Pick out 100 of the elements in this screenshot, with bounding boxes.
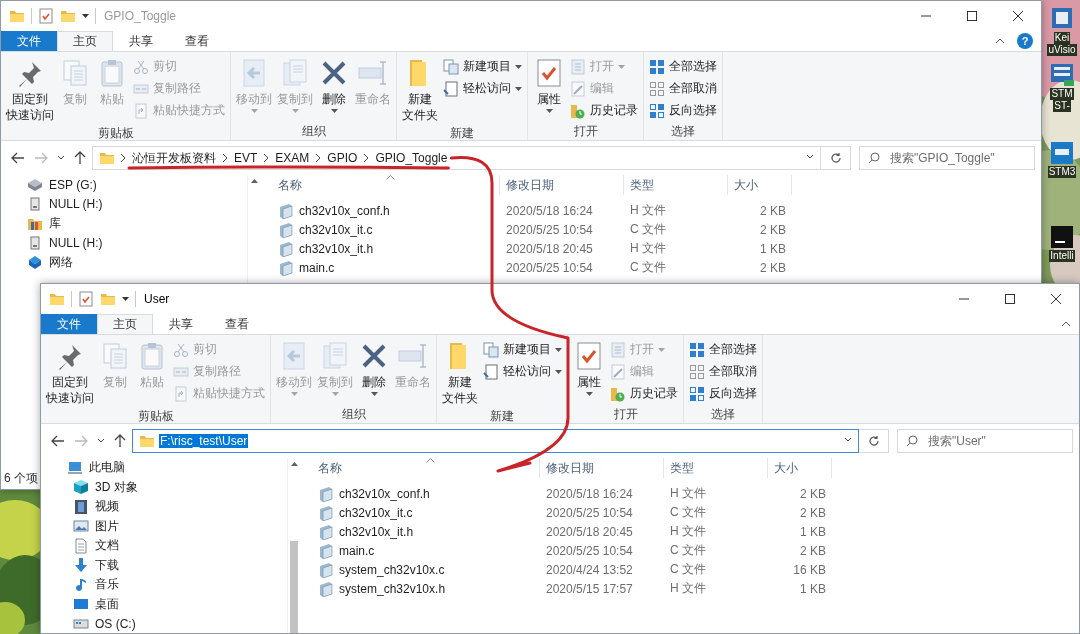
breadcrumb-item[interactable]: EXAM — [274, 151, 311, 165]
file-menu-tab[interactable]: 文件 — [41, 314, 97, 334]
ribbon-button[interactable]: 新建项目 — [441, 56, 524, 77]
ribbon-button[interactable]: 属性 — [571, 338, 607, 406]
file-type: H 文件 — [629, 202, 667, 219]
column-header[interactable]: 类型 — [624, 175, 728, 195]
select-none-icon — [689, 363, 705, 380]
ribbon-button[interactable]: 反向选择 — [647, 100, 719, 121]
ribbon-button[interactable]: 反向选择 — [687, 383, 759, 404]
nav-item[interactable]: 此电脑 — [41, 458, 131, 478]
back-icon[interactable] — [11, 152, 25, 164]
ribbon-button[interactable]: 固定到 快速访问 — [44, 338, 96, 408]
column-header[interactable]: 修改日期 — [540, 458, 664, 478]
search-field[interactable]: 搜索"User" — [897, 429, 1073, 453]
help-button[interactable]: ? — [1017, 33, 1033, 49]
column-header[interactable]: 类型 — [664, 458, 768, 478]
properties-icon[interactable] — [38, 8, 54, 24]
ribbon-button[interactable]: 全部选择 — [687, 339, 759, 360]
file-size: 2 KB — [759, 203, 787, 218]
app-shortcut-icon[interactable] — [1048, 224, 1076, 250]
ribbon-button[interactable]: 轻松访问 — [441, 78, 524, 99]
search-field[interactable]: 搜索"GPIO_Toggle" — [859, 146, 1035, 170]
group-label: 组织 — [341, 406, 366, 423]
file-name: ch32v10x_it.h — [299, 241, 374, 256]
up-icon[interactable] — [114, 434, 126, 448]
icon-label: uVisio — [1047, 44, 1077, 56]
breadcrumb-item[interactable]: EVT — [233, 151, 259, 165]
nav-item[interactable]: OS (C:) — [41, 614, 142, 633]
column-header[interactable]: 名称 — [312, 458, 540, 478]
close-icon[interactable] — [1013, 11, 1023, 21]
address-bar[interactable]: 沁恒开发板资料 EVT EXAM GPIO GPIO_Toggle — [92, 146, 821, 170]
drive-icon — [27, 178, 43, 191]
ribbon-button[interactable]: 新建 文件夹 — [400, 55, 440, 125]
nav-item[interactable]: 3D 对象 — [41, 477, 144, 497]
breadcrumb-item[interactable]: GPIO — [326, 151, 359, 165]
address-bar[interactable]: F:\risc_test\User — [132, 429, 859, 453]
nav-item[interactable]: 音乐 — [41, 575, 125, 595]
collapse-ribbon-icon[interactable] — [995, 38, 1005, 44]
breadcrumb-item[interactable]: 沁恒开发板资料 — [131, 149, 217, 167]
ribbon-tab[interactable]: 主页 — [57, 31, 113, 51]
refresh-button[interactable] — [821, 146, 851, 170]
maximize-icon[interactable] — [1005, 294, 1015, 304]
folder-icon — [9, 8, 25, 24]
properties-icon[interactable] — [78, 291, 94, 307]
nav-item[interactable]: 图片 — [41, 516, 125, 536]
ribbon-button[interactable]: 新建项目 — [481, 339, 564, 360]
scroll-up-icon[interactable] — [290, 462, 298, 466]
ribbon-tab[interactable]: 共享 — [113, 31, 169, 51]
nav-item[interactable]: ESP (G:) — [1, 175, 103, 195]
ribbon-button[interactable]: 删除 — [356, 338, 392, 406]
close-icon[interactable] — [1051, 294, 1061, 304]
breadcrumb-item[interactable]: GPIO_Toggle — [374, 151, 449, 165]
file-menu-tab[interactable]: 文件 — [1, 31, 57, 51]
easy-access-icon — [443, 80, 459, 97]
chevron-icon — [119, 153, 127, 163]
column-header[interactable]: 大小 — [768, 458, 832, 478]
ribbon-button[interactable]: 历史记录 — [568, 100, 640, 121]
nav-item[interactable]: 网络 — [1, 253, 79, 273]
nav-item[interactable]: NULL (H:) — [1, 233, 109, 253]
scroll-up-icon[interactable] — [250, 179, 258, 183]
ribbon-button[interactable]: 全部取消 — [687, 361, 759, 382]
back-icon[interactable] — [51, 435, 65, 447]
ribbon-tab[interactable]: 共享 — [153, 314, 209, 334]
ribbon-button[interactable]: 删除 — [316, 55, 352, 123]
nav-item[interactable]: 文档 — [41, 536, 125, 556]
file-size: 1 KB — [759, 241, 787, 256]
caret-icon — [291, 109, 299, 113]
chevron-icon — [314, 153, 323, 163]
nav-item[interactable]: 下载 — [41, 555, 125, 575]
folder-icon — [139, 433, 155, 449]
ribbon-button[interactable]: 属性 — [531, 55, 567, 123]
chevron-icon — [221, 153, 229, 163]
nav-item[interactable]: 桌面 — [41, 594, 125, 614]
nav-item[interactable]: 视频 — [41, 497, 125, 517]
ribbon-tab[interactable]: 查看 — [169, 31, 225, 51]
caret-icon — [585, 392, 593, 396]
file-type: H 文件 — [629, 240, 667, 257]
ribbon-button[interactable]: 轻松访问 — [481, 361, 564, 382]
refresh-button[interactable] — [859, 429, 889, 453]
ribbon-tab[interactable]: 查看 — [209, 314, 265, 334]
nav-item[interactable]: 库 — [1, 214, 67, 234]
ribbon-button[interactable]: 全部取消 — [647, 78, 719, 99]
window-title: User — [144, 292, 170, 306]
ribbon-button[interactable]: 固定到 快速访问 — [4, 55, 56, 125]
column-header[interactable]: 名称 — [272, 175, 500, 195]
collapse-ribbon-icon[interactable] — [1061, 321, 1071, 327]
column-header[interactable]: 大小 — [728, 175, 792, 195]
column-header[interactable]: 修改日期 — [500, 175, 624, 195]
up-icon[interactable] — [74, 151, 86, 165]
ribbon-button[interactable]: 全部选择 — [647, 56, 719, 77]
folder-icon — [100, 291, 116, 307]
maximize-icon[interactable] — [967, 11, 977, 21]
file-type: C 文件 — [629, 259, 667, 276]
ribbon-tab[interactable]: 主页 — [97, 314, 153, 334]
file-icon — [318, 504, 334, 521]
ribbon-button[interactable]: 新建 文件夹 — [440, 338, 480, 408]
ribbon-button[interactable]: 历史记录 — [608, 383, 680, 404]
nav-item[interactable]: NULL (H:) — [1, 194, 109, 214]
group-label: 新建 — [490, 408, 514, 424]
invert-selection-icon — [649, 102, 665, 119]
